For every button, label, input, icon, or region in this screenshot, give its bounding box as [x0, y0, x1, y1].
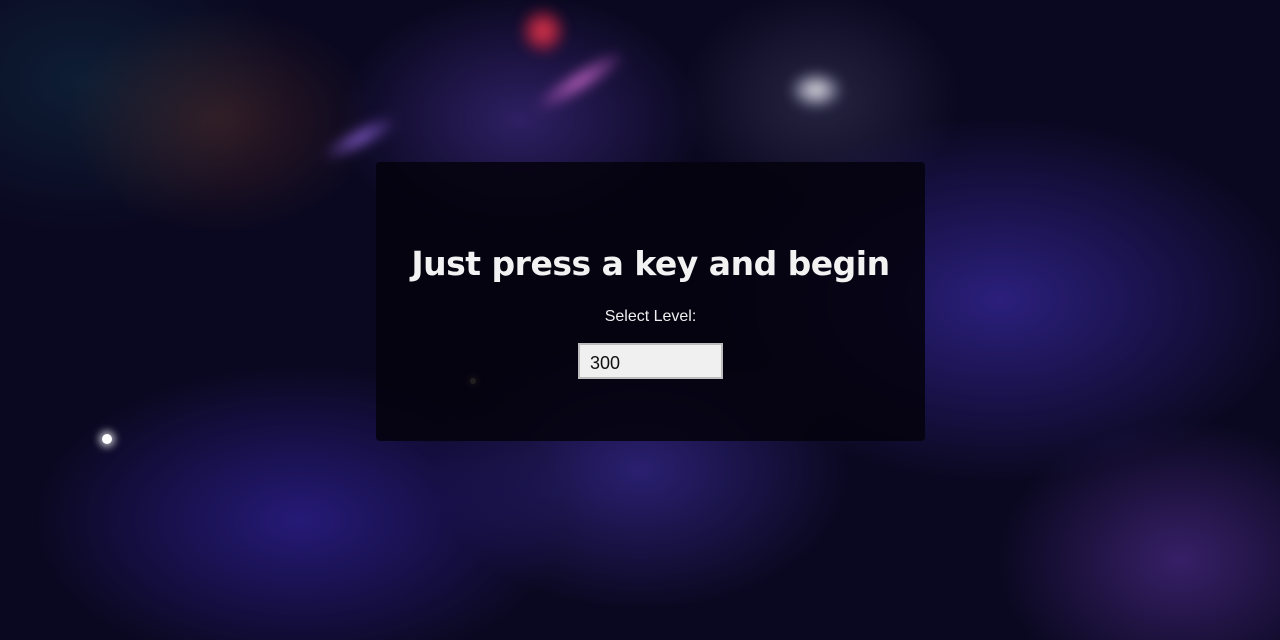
nebula-streak-violet	[319, 110, 401, 166]
nebula-streak-pink	[531, 45, 629, 117]
dialog-title: Just press a key and begin	[411, 244, 890, 283]
star	[102, 434, 112, 444]
nebula-glow-red	[522, 8, 564, 54]
select-level-label: Select Level:	[604, 308, 697, 325]
nebula-glow-white	[790, 72, 842, 108]
start-dialog: Just press a key and begin Select Level:	[376, 162, 925, 441]
level-input[interactable]	[578, 343, 723, 379]
